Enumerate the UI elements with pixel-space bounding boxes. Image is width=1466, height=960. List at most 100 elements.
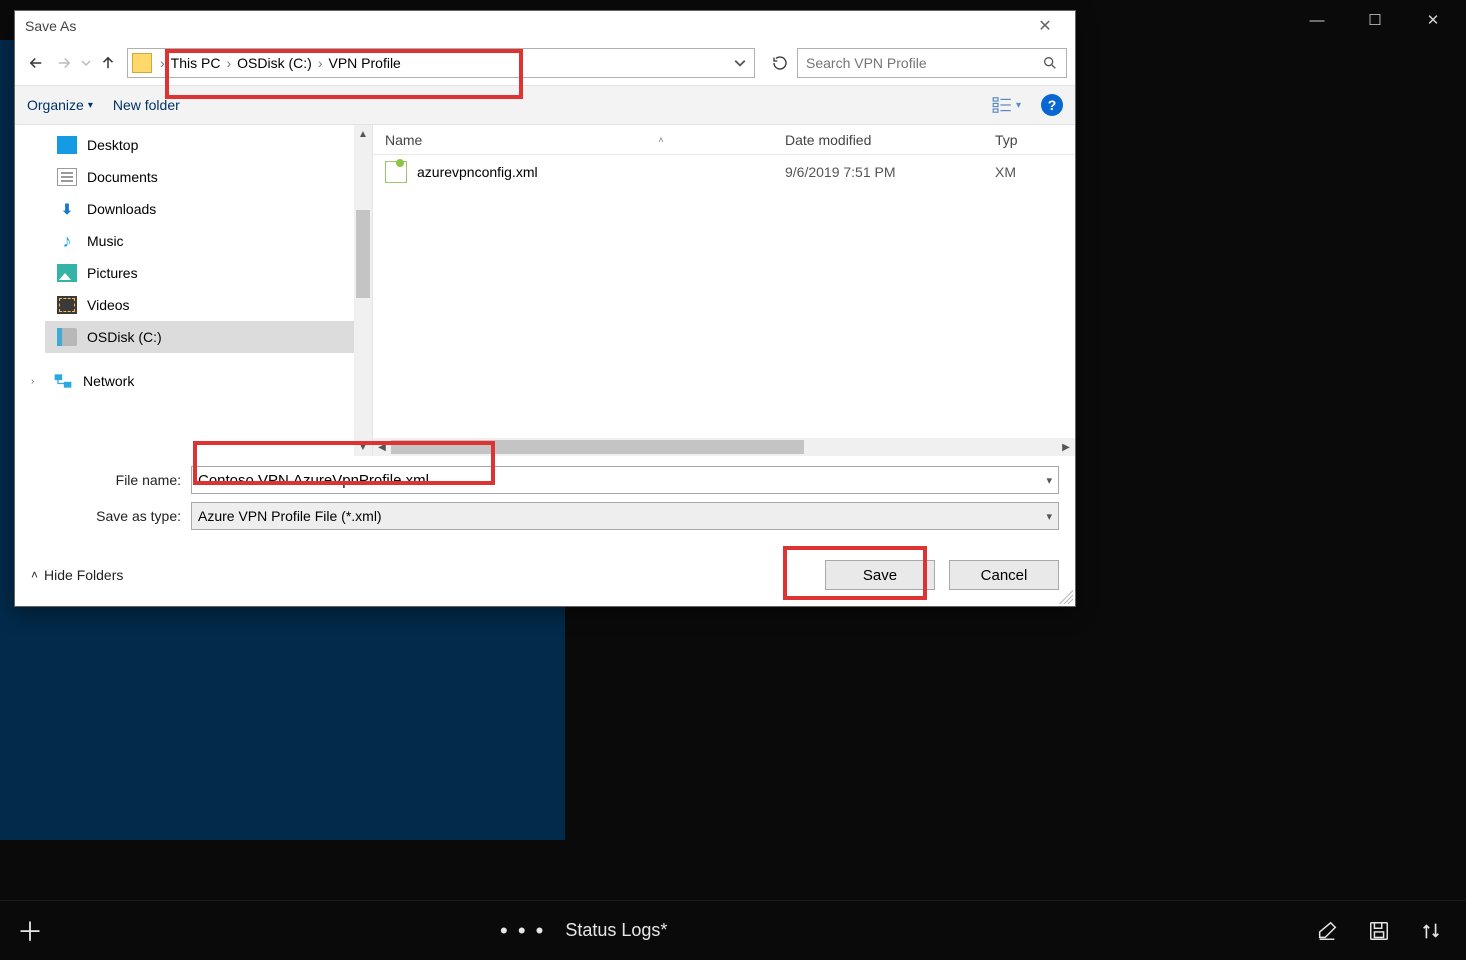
- chevron-down-icon[interactable]: ▾: [1046, 510, 1052, 523]
- sync-arrows-icon[interactable]: [1420, 920, 1442, 942]
- disk-icon: [57, 328, 77, 346]
- scrollbar-thumb[interactable]: [391, 440, 804, 454]
- bg-close-button[interactable]: ✕: [1424, 11, 1442, 29]
- music-icon: ♪: [57, 232, 77, 250]
- hide-folders-toggle[interactable]: ˄ Hide Folders: [31, 567, 123, 583]
- scroll-right-icon[interactable]: ▶: [1057, 442, 1075, 453]
- refresh-button[interactable]: [765, 48, 795, 78]
- organize-label: Organize: [27, 97, 84, 113]
- nav-item-label: OSDisk (C:): [87, 329, 162, 345]
- nav-recent-dropdown[interactable]: [79, 50, 93, 76]
- nav-item-videos[interactable]: Videos: [45, 289, 373, 321]
- file-name-input[interactable]: [198, 472, 1046, 489]
- organize-menu[interactable]: Organize ▾: [27, 97, 93, 113]
- folder-icon: [132, 53, 152, 73]
- breadcrumb-segment[interactable]: VPN Profile: [324, 55, 404, 71]
- cancel-button[interactable]: Cancel: [949, 560, 1059, 590]
- downloads-icon: ⬇: [57, 200, 77, 218]
- chevron-down-icon: ▾: [88, 100, 93, 111]
- sort-indicator-icon: ˄: [658, 135, 663, 145]
- col-label: Name: [385, 132, 555, 148]
- nav-item-label: Videos: [87, 297, 130, 313]
- file-list[interactable]: azurevpnconfig.xml 9/6/2019 7:51 PM XM: [373, 155, 1075, 438]
- documents-icon: [57, 168, 77, 186]
- nav-item-label: Network: [83, 373, 134, 389]
- breadcrumb-segment[interactable]: OSDisk (C:): [233, 55, 316, 71]
- bg-maximize-button[interactable]: ☐: [1366, 11, 1384, 29]
- nav-item-label: Documents: [87, 169, 158, 185]
- file-name-label: File name:: [31, 472, 191, 488]
- nav-item-downloads[interactable]: ⬇ Downloads: [45, 193, 373, 225]
- search-box[interactable]: [797, 48, 1067, 78]
- bg-titlebar: — ☐ ✕: [1308, 0, 1466, 40]
- nav-item-network[interactable]: › Network: [31, 365, 371, 397]
- scroll-up-icon[interactable]: ▲: [354, 125, 372, 143]
- chevron-down-icon[interactable]: ▾: [1046, 474, 1052, 487]
- search-input[interactable]: [806, 55, 1042, 71]
- view-options-button[interactable]: ▾: [992, 97, 1021, 113]
- save-type-combo[interactable]: Azure VPN Profile File (*.xml) ▾: [191, 502, 1059, 530]
- desktop-icon: [57, 136, 77, 154]
- bg-bottom-bar: ＋ • • • Status Logs*: [0, 900, 1466, 960]
- new-folder-label: New folder: [113, 97, 180, 113]
- nav-item-label: Pictures: [87, 265, 138, 281]
- column-header-type[interactable]: Typ: [983, 125, 1075, 154]
- eraser-icon[interactable]: [1316, 920, 1338, 942]
- chevron-up-icon: ˄: [31, 568, 38, 582]
- nav-tree: Desktop Documents ⬇ Downloads ♪ Music Pi…: [15, 125, 372, 401]
- nav-scrollbar[interactable]: ▲ ▼: [354, 125, 372, 456]
- file-hscrollbar[interactable]: ◀ ▶: [373, 438, 1075, 456]
- search-icon[interactable]: [1042, 55, 1058, 71]
- nav-item-label: Music: [87, 233, 124, 249]
- scroll-down-icon[interactable]: ▼: [354, 438, 372, 456]
- column-header-name[interactable]: Name ˄: [373, 125, 773, 154]
- breadcrumb-sep-icon: ›: [224, 55, 233, 71]
- save-button[interactable]: Save: [825, 560, 935, 590]
- scrollbar-thumb[interactable]: [356, 210, 370, 298]
- nav-item-label: Downloads: [87, 201, 156, 217]
- breadcrumb-sep-icon: ›: [158, 55, 167, 71]
- new-folder-button[interactable]: New folder: [113, 97, 180, 113]
- address-bar[interactable]: › This PC › OSDisk (C:) › VPN Profile: [127, 48, 755, 78]
- column-header-date[interactable]: Date modified: [773, 125, 983, 154]
- file-list-pane: Name ˄ Date modified Typ azurevpnconfig.…: [373, 125, 1075, 456]
- dialog-nav-row: › This PC › OSDisk (C:) › VPN Profile: [15, 41, 1075, 85]
- col-label: Typ: [995, 132, 1018, 148]
- network-icon: [53, 372, 73, 390]
- dialog-toolbar: Organize ▾ New folder ▾ ?: [15, 85, 1075, 125]
- nav-forward-button[interactable]: [51, 50, 77, 76]
- nav-item-osdisk[interactable]: OSDisk (C:): [45, 321, 373, 353]
- nav-item-music[interactable]: ♪ Music: [45, 225, 373, 257]
- bg-minimize-button[interactable]: —: [1308, 12, 1326, 29]
- bg-more-button[interactable]: • • •: [500, 918, 545, 944]
- chevron-down-icon: ▾: [1016, 100, 1021, 111]
- file-name-combo[interactable]: ▾: [191, 466, 1059, 494]
- nav-item-documents[interactable]: Documents: [45, 161, 373, 193]
- nav-item-desktop[interactable]: Desktop: [45, 129, 373, 161]
- help-button[interactable]: ?: [1041, 94, 1063, 116]
- column-headers: Name ˄ Date modified Typ: [373, 125, 1075, 155]
- address-dropdown-icon[interactable]: [734, 57, 746, 69]
- dialog-close-button[interactable]: ✕: [1025, 16, 1065, 36]
- nav-item-pictures[interactable]: Pictures: [45, 257, 373, 289]
- save-type-value: Azure VPN Profile File (*.xml): [198, 508, 382, 524]
- nav-back-button[interactable]: [23, 50, 49, 76]
- bg-add-button[interactable]: ＋: [0, 912, 60, 949]
- save-disk-icon[interactable]: [1368, 920, 1390, 942]
- breadcrumb-sep-icon: ›: [316, 55, 325, 71]
- bg-status-text: Status Logs*: [565, 920, 667, 941]
- save-button-label: Save: [863, 567, 897, 584]
- save-as-dialog: Save As ✕ › This PC › OSDisk (C:) › VPN …: [14, 10, 1076, 607]
- cancel-button-label: Cancel: [981, 567, 1028, 584]
- pictures-icon: [57, 264, 77, 282]
- file-row[interactable]: azurevpnconfig.xml 9/6/2019 7:51 PM XM: [373, 155, 1075, 189]
- resize-grip[interactable]: [1059, 590, 1073, 604]
- nav-item-label: Desktop: [87, 137, 138, 153]
- nav-up-button[interactable]: [95, 50, 121, 76]
- scroll-left-icon[interactable]: ◀: [373, 442, 391, 453]
- dialog-footer: ˄ Hide Folders Save Cancel: [15, 544, 1075, 606]
- breadcrumb-segment[interactable]: This PC: [167, 55, 225, 71]
- xml-file-icon: [385, 161, 407, 183]
- file-name: azurevpnconfig.xml: [417, 164, 538, 180]
- file-date: 9/6/2019 7:51 PM: [773, 164, 983, 180]
